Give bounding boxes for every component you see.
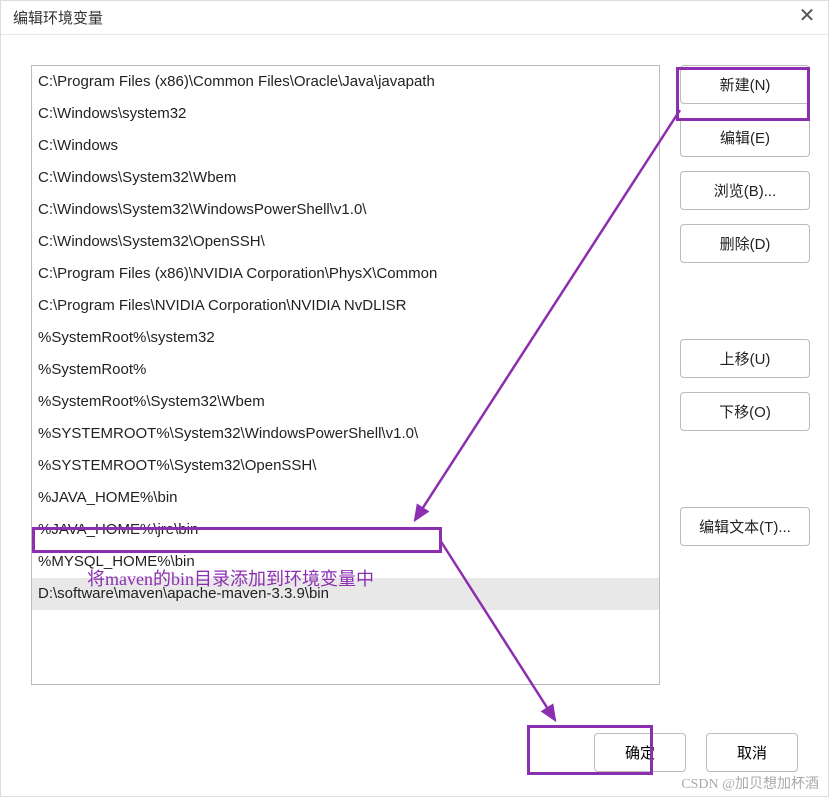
content-area: C:\Program Files (x86)\Common Files\Orac… bbox=[1, 35, 828, 719]
new-button[interactable]: 新建(N) bbox=[680, 65, 810, 104]
list-item[interactable]: C:\Program Files (x86)\Common Files\Orac… bbox=[32, 66, 659, 98]
list-item[interactable]: C:\Windows\System32\Wbem bbox=[32, 162, 659, 194]
close-icon[interactable]: ✕ bbox=[798, 9, 816, 27]
title-bar: 编辑环境变量 ✕ bbox=[1, 1, 828, 35]
list-item[interactable]: C:\Program Files\NVIDIA Corporation\NVID… bbox=[32, 290, 659, 322]
dialog-window: 编辑环境变量 ✕ C:\Program Files (x86)\Common F… bbox=[0, 0, 829, 797]
watermark: CSDN @加贝想加杯酒 bbox=[681, 773, 819, 793]
edit-text-button[interactable]: 编辑文本(T)... bbox=[680, 507, 810, 546]
path-list[interactable]: C:\Program Files (x86)\Common Files\Orac… bbox=[31, 65, 660, 685]
browse-button[interactable]: 浏览(B)... bbox=[680, 171, 810, 210]
list-item[interactable]: %JAVA_HOME%\bin bbox=[32, 482, 659, 514]
annotation-text: 将maven的bin目录添加到环境变量中 bbox=[87, 565, 374, 591]
edit-button[interactable]: 编辑(E) bbox=[680, 118, 810, 157]
move-down-button[interactable]: 下移(O) bbox=[680, 392, 810, 431]
button-column: 新建(N) 编辑(E) 浏览(B)... 删除(D) 上移(U) 下移(O) 编… bbox=[680, 65, 810, 709]
list-item[interactable]: %SYSTEMROOT%\System32\OpenSSH\ bbox=[32, 450, 659, 482]
list-item[interactable]: C:\Windows\system32 bbox=[32, 98, 659, 130]
list-item[interactable]: C:\Windows\System32\WindowsPowerShell\v1… bbox=[32, 194, 659, 226]
list-item[interactable]: %SYSTEMROOT%\System32\WindowsPowerShell\… bbox=[32, 418, 659, 450]
list-item[interactable]: C:\Windows\System32\OpenSSH\ bbox=[32, 226, 659, 258]
ok-button[interactable]: 确定 bbox=[594, 733, 686, 772]
delete-button[interactable]: 删除(D) bbox=[680, 224, 810, 263]
list-item[interactable]: C:\Windows bbox=[32, 130, 659, 162]
list-item[interactable]: C:\Program Files (x86)\NVIDIA Corporatio… bbox=[32, 258, 659, 290]
window-title: 编辑环境变量 bbox=[13, 7, 103, 28]
list-item[interactable]: %SystemRoot% bbox=[32, 354, 659, 386]
list-item[interactable]: %JAVA_HOME%\jre\bin bbox=[32, 514, 659, 546]
move-up-button[interactable]: 上移(U) bbox=[680, 339, 810, 378]
list-item[interactable]: %SystemRoot%\System32\Wbem bbox=[32, 386, 659, 418]
list-item[interactable]: %SystemRoot%\system32 bbox=[32, 322, 659, 354]
cancel-button[interactable]: 取消 bbox=[706, 733, 798, 772]
